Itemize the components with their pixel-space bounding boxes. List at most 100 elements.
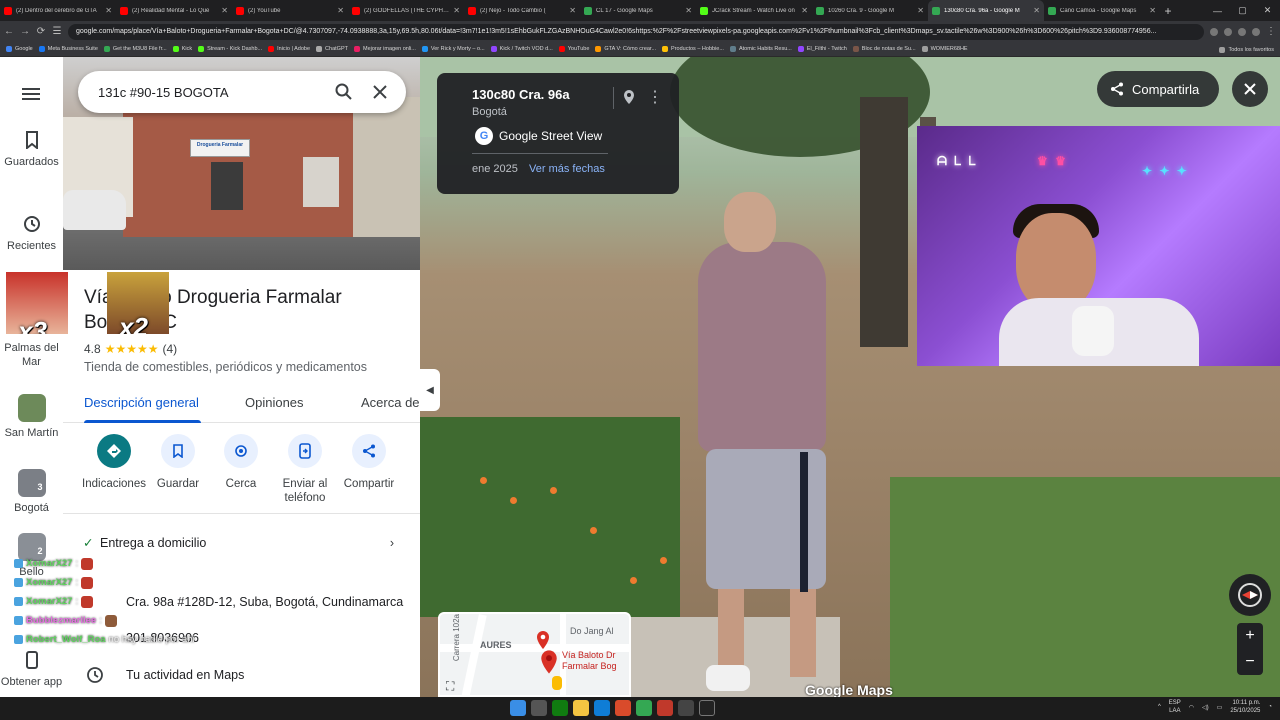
send-to-phone-button[interactable]: Enviar al teléfono <box>273 431 337 505</box>
xbox-icon[interactable] <box>552 700 568 716</box>
site-info-icon[interactable]: ☰ <box>52 26 62 37</box>
back-icon[interactable]: ← <box>4 26 14 37</box>
app-icon[interactable] <box>699 700 715 716</box>
activity-row[interactable]: Tu actividad en Maps <box>63 666 420 684</box>
tab-reviews[interactable]: Opiniones <box>245 395 304 410</box>
bookmark-item[interactable]: El_Filthi - Twitch <box>797 46 847 52</box>
tab-close-icon[interactable]: ✕ <box>105 6 112 15</box>
language-indicator[interactable]: ESP LAA <box>1169 699 1181 715</box>
browser-tab[interactable]: (2) Ñejo - Todo Cambio (✕ <box>464 0 580 21</box>
menu-icon[interactable]: ⋮ <box>1266 26 1276 37</box>
notification-bell-icon[interactable]: ◔ <box>1268 704 1272 710</box>
browser-tab[interactable]: (2) YouTube ✕ <box>232 0 348 21</box>
place-category[interactable]: Tienda de comestibles, periódicos y medi… <box>84 360 367 374</box>
profile-avatar-icon[interactable] <box>1252 27 1260 36</box>
browser-tab[interactable]: Caño Camoa - Google Maps ✕ <box>1044 0 1160 21</box>
tab-overview[interactable]: Descripción general <box>84 395 199 410</box>
tab-close-icon[interactable]: ✕ <box>801 6 808 15</box>
rail-saved[interactable]: Guardados <box>0 131 63 169</box>
bookmark-item[interactable]: Kick <box>172 46 192 52</box>
url-bar[interactable]: google.com/maps/place/Vía+Baloto+Droguer… <box>68 23 1204 40</box>
search-input[interactable]: 131c #90-15 BOGOTA <box>98 85 322 100</box>
tab-close-icon[interactable]: ✕ <box>337 6 344 15</box>
browser-tab[interactable]: 130c80 Cra. 96a - Google M ✕ <box>928 0 1044 21</box>
zoom-out-button[interactable]: − <box>1237 649 1263 675</box>
rail-get-app[interactable]: Obtener app <box>0 651 63 689</box>
tab-close-icon[interactable]: ✕ <box>685 6 692 15</box>
app-icon[interactable] <box>678 700 694 716</box>
tab-close-icon[interactable]: ✕ <box>221 6 228 15</box>
bookmark-item[interactable]: ChatGPT <box>316 46 348 52</box>
bookmark-item[interactable]: GTA V: Cómo crear... <box>595 46 656 52</box>
bookmark-item[interactable]: Google <box>6 46 33 52</box>
clock[interactable]: 10:11 p.m. 25/10/2025 <box>1230 699 1260 715</box>
bookmark-item[interactable]: Atomic Habits Resu... <box>729 46 792 52</box>
bookmark-item[interactable]: WOMIER68HE <box>921 46 968 52</box>
bookmark-item[interactable]: YouTube <box>558 46 589 52</box>
bookmark-item[interactable]: Ver Rick y Morty – o... <box>421 46 485 52</box>
file-explorer-icon[interactable] <box>573 700 589 716</box>
tray-chevron-icon[interactable]: ^ <box>1158 704 1161 710</box>
browser-tab[interactable]: 10260 Cra. 9 - Google M ✕ <box>812 0 928 21</box>
rail-recents[interactable]: Recientes <box>0 215 63 253</box>
more-dates-link[interactable]: Ver más fechas <box>529 163 605 175</box>
maximize-icon[interactable]: ▢ <box>1230 0 1255 21</box>
all-bookmarks[interactable]: Todos los favoritos <box>1219 42 1274 57</box>
review-count[interactable]: (4) <box>162 342 177 356</box>
edge-icon[interactable] <box>594 700 610 716</box>
tab-close-icon[interactable]: ✕ <box>1033 6 1040 15</box>
expand-map-icon[interactable]: ⛶ <box>446 679 454 694</box>
bookmark-item[interactable]: Stream - Kick Dashb... <box>198 46 262 52</box>
compass-button[interactable] <box>1229 574 1271 616</box>
delivery-row[interactable]: ✓ Entrega a domicilio › <box>63 535 420 551</box>
tab-close-icon[interactable]: ✕ <box>569 6 576 15</box>
search-icon[interactable] <box>531 700 547 716</box>
zoom-in-button[interactable]: + <box>1237 623 1263 649</box>
reload-icon[interactable]: ⟳ <box>36 26 46 37</box>
tab-close-icon[interactable]: ✕ <box>453 6 460 15</box>
bookmark-item[interactable]: Bloc de notas de Su... <box>852 46 916 52</box>
more-options-icon[interactable]: ⋮ <box>647 87 663 107</box>
close-window-icon[interactable]: ✕ <box>1255 0 1280 21</box>
zoom-icon[interactable] <box>1224 27 1232 36</box>
browser-tab[interactable]: (2) Realidad Mental - Lo Que ✕ <box>116 0 232 21</box>
bookmark-item[interactable]: Meta Business Suite <box>38 46 98 52</box>
minimap[interactable]: AURES Carrera 102a Do Jang Al Vía Baloto… <box>438 612 631 697</box>
forward-icon[interactable]: → <box>20 26 30 37</box>
place-rating[interactable]: 4.8 ★★★★★ (4) <box>84 342 177 356</box>
browser-tab[interactable]: (2) GODFELLAS (THE CYPHER) ✕ <box>348 0 464 21</box>
share-streetview-button[interactable]: Compartirla <box>1097 71 1219 107</box>
tab-close-icon[interactable]: ✕ <box>1149 6 1156 15</box>
browser-tab[interactable]: JCrack Stream - Watch Live on ✕ <box>696 0 812 21</box>
tab-about[interactable]: Acerca de <box>361 395 420 410</box>
volume-icon[interactable]: ◁) <box>1202 704 1209 711</box>
street-view[interactable]: 130c80 Cra. 96a Bogotá ⋮ G Google Street… <box>420 57 1280 697</box>
search-icon[interactable] <box>330 78 358 106</box>
bookmark-item[interactable]: Get the M3U8 File fr... <box>103 46 167 52</box>
wifi-icon[interactable]: ◠ <box>1189 704 1194 711</box>
bookmark-star-icon[interactable] <box>1238 27 1246 36</box>
search-box[interactable]: 131c #90-15 BOGOTA <box>78 71 406 113</box>
brave-icon[interactable] <box>615 700 631 716</box>
bookmark-item[interactable]: Inicio | Adobe <box>268 46 310 52</box>
pegman-icon[interactable] <box>552 676 562 690</box>
menu-hamburger-icon[interactable] <box>22 85 40 103</box>
recent-item[interactable]: San Martín <box>0 394 63 440</box>
bookmark-item[interactable]: Kick / Twitch VOD d... <box>490 46 553 52</box>
save-button[interactable]: Guardar <box>146 431 210 491</box>
bookmark-item[interactable]: Productos – Hobbie... <box>662 46 724 52</box>
share-button[interactable]: Compartir <box>337 431 401 491</box>
minimize-icon[interactable]: — <box>1205 0 1230 21</box>
tab-close-icon[interactable]: ✕ <box>917 6 924 15</box>
browser-tab[interactable]: CL 17 - Google Maps ✕ <box>580 0 696 21</box>
new-tab-icon[interactable]: + <box>1160 0 1176 21</box>
start-icon[interactable] <box>510 700 526 716</box>
clear-search-icon[interactable] <box>366 78 394 106</box>
browser-tab[interactable]: (2) Dentro del cerebro de GTA ✕ <box>0 0 116 21</box>
recent-item[interactable]: 3 Bogotá <box>0 469 63 515</box>
chrome-icon[interactable] <box>636 700 652 716</box>
nearby-button[interactable]: Cerca <box>209 431 273 491</box>
battery-icon[interactable]: ▭ <box>1217 704 1223 711</box>
close-streetview-button[interactable] <box>1232 71 1268 107</box>
collapse-panel-button[interactable]: ◀ <box>420 369 440 411</box>
